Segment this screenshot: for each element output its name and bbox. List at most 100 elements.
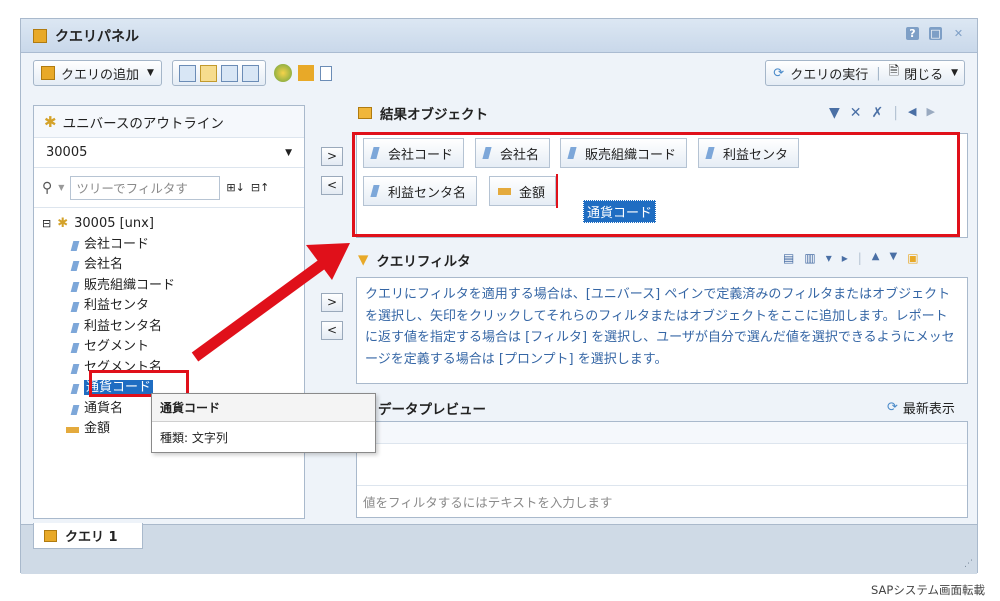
predefined-filter-icon[interactable]: ▤ (783, 251, 794, 265)
close-window-icon[interactable]: ✕ (952, 27, 965, 40)
refresh-label: 最新表示 (902, 402, 955, 417)
layout-icon[interactable] (178, 64, 196, 82)
grid-icon[interactable] (220, 64, 238, 82)
tooltip-type: 種類: 文字列 (160, 430, 228, 445)
main-toolbar: クエリの追加 ▼ ⟳ クエリの実行 | 🗎 閉じる ▼ (21, 53, 977, 93)
dimension-icon (70, 281, 80, 292)
tree-item[interactable]: 利益センタ (42, 296, 304, 317)
chevron-down-icon: ▼ (285, 147, 292, 158)
results-icon (358, 107, 372, 119)
filter-pane-icon[interactable] (199, 64, 217, 82)
tree-item[interactable]: 会社コード (42, 235, 304, 256)
dimension-icon (70, 384, 80, 394)
dimension-icon (70, 343, 80, 353)
tree-item-label: 会社コード (84, 236, 150, 252)
collapse-icon[interactable]: ⊟ (42, 214, 51, 235)
chevron-down-icon[interactable]: ▼ (58, 183, 64, 192)
tree-filter-placeholder: ツリーでフィルタす (76, 181, 188, 196)
move-up-icon[interactable]: ▲ (872, 251, 880, 265)
resize-grip-icon[interactable]: ⋰ (964, 559, 973, 569)
chevron-down-icon: ▼ (951, 68, 958, 78)
tree-root[interactable]: ⊟ ✱ 30005 [unx] (42, 214, 304, 235)
view-toolbar-group (171, 60, 266, 86)
query-filter-help-text: クエリにフィルタを適用する場合は、[ユニバース] ペインで定義済みのフィルタまた… (365, 287, 955, 367)
tab-query-1[interactable]: クエリ 1 (33, 523, 143, 549)
data-preview-pane: 値をフィルタするにはテキストを入力します (356, 421, 968, 518)
tree-item-label: 利益センタ名 (84, 318, 163, 334)
and-filter-icon[interactable]: ▾ (826, 251, 832, 265)
collapse-all-icon[interactable]: ⊟↑ (251, 181, 269, 194)
tooltip-title: 通貨コード (152, 394, 375, 422)
preview-column-header (357, 422, 967, 444)
tree-item-label: 販売組織コード (84, 277, 176, 293)
tree-item[interactable]: セグメント (42, 337, 304, 358)
remove-all-icon[interactable]: ✗ (872, 105, 884, 121)
universe-icon: ✱ (44, 112, 57, 131)
credit-text: SAPシステム画面転載 (871, 583, 985, 597)
status-bar (21, 524, 977, 574)
remove-icon[interactable]: ✕ (850, 105, 862, 121)
refresh-icon: ⟳ (887, 400, 898, 415)
tools-icon[interactable]: ⚲ (42, 180, 52, 196)
dimension-icon (70, 363, 80, 374)
scroll-right-icon[interactable]: ▶ (926, 105, 934, 121)
sql-icon[interactable] (297, 65, 314, 81)
add-result-arrow-button[interactable]: > (321, 147, 343, 166)
query-filter-pane[interactable]: クエリにフィルタを適用する場合は、[ユニバース] ペインで定義済みのフィルタまた… (356, 277, 968, 384)
document-icon[interactable] (319, 65, 332, 81)
tree-item-label: 会社名 (84, 257, 124, 272)
move-down-icon[interactable]: ▼ (890, 251, 898, 265)
help-icon[interactable]: ? (906, 27, 919, 40)
universe-icon: ✱ (57, 216, 69, 231)
data-preview-title: データプレビュー (378, 402, 486, 418)
dimension-icon (70, 261, 80, 271)
results-header: 結果オブジェクト (358, 103, 488, 123)
object-tooltip: 通貨コード 種類: 文字列 (151, 393, 376, 453)
refresh-button[interactable]: ⟳ 最新表示 (887, 398, 955, 417)
custom-filter-icon[interactable]: ▥ (804, 251, 815, 265)
tree-item[interactable]: 利益センタ名 (42, 317, 304, 338)
remove-filter-arrow-button[interactable]: < (321, 321, 343, 340)
universe-select[interactable]: 30005 ▼ (34, 138, 304, 168)
tree-filter-input[interactable]: ツリーでフィルタす (70, 175, 221, 200)
chevron-down-icon: ▼ (147, 68, 154, 78)
results-title: 結果オブジェクト (380, 107, 488, 123)
query-icon (44, 529, 57, 542)
preview-pane-icon[interactable] (241, 64, 259, 82)
query-filter-header: ▼ クエリフィルタ (358, 250, 471, 270)
add-filter-arrow-button[interactable]: > (321, 293, 343, 312)
dimension-icon (70, 240, 80, 251)
scroll-left-icon[interactable]: ◀ (908, 105, 916, 121)
expand-all-icon[interactable]: ⊞↓ (226, 181, 244, 194)
universe-outline-panel: ✱ ユニバースのアウトライン 30005 ▼ ⚲ ▼ ツリーでフィルタす ⊞↓ … (33, 105, 305, 519)
filter-tools: ▤ ▥ ▾ ▸ | ▲ ▼ ▣ (783, 251, 919, 265)
preview-filter-input[interactable]: 値をフィルタするにはテキストを入力します (357, 486, 967, 516)
run-query-button[interactable]: ⟳ クエリの実行 | 🗎 閉じる ▼ (765, 60, 965, 86)
tree-filter-row: ⚲ ▼ ツリーでフィルタす ⊞↓ ⊟↑ (34, 168, 304, 208)
tree-item[interactable]: 会社名 (42, 255, 304, 276)
add-query-button[interactable]: クエリの追加 ▼ (33, 60, 162, 86)
preview-filter-placeholder: 値をフィルタするにはテキストを入力します (363, 494, 613, 510)
remove-result-arrow-button[interactable]: < (321, 176, 343, 195)
window-title: クエリパネル (55, 28, 139, 45)
options-icon[interactable]: ▣ (907, 251, 918, 265)
results-tools: ▼ ✕ ✗ | ◀ ▶ (829, 105, 935, 121)
properties-icon[interactable] (273, 64, 292, 82)
filter-icon: ▼ (358, 252, 369, 268)
universe-outline-header: ✱ ユニバースのアウトライン (34, 106, 304, 138)
query-panel-window: クエリパネル ? □ ✕ クエリの追加 ▼ ⟳ クエリの実行 | 🗎 閉じる ▼ (20, 18, 978, 574)
maximize-icon[interactable]: □ (929, 27, 942, 40)
close-label: 閉じる (904, 67, 944, 83)
add-query-icon (41, 66, 55, 80)
tree-item-label: セグメント (84, 339, 150, 354)
tree-root-label: 30005 [unx] (74, 216, 154, 231)
universe-select-value: 30005 (46, 145, 88, 160)
add-query-label: クエリの追加 (61, 67, 140, 83)
data-preview-header: データプレビュー (378, 398, 486, 418)
title-bar: クエリパネル ? □ ✕ (21, 19, 977, 53)
or-filter-icon[interactable]: ▸ (842, 251, 848, 265)
tree-item[interactable]: 販売組織コード (42, 276, 304, 297)
query-panel-icon (33, 28, 47, 43)
filter-add-icon[interactable]: ▼ (829, 105, 840, 121)
tab-query-1-label: クエリ 1 (65, 530, 118, 545)
